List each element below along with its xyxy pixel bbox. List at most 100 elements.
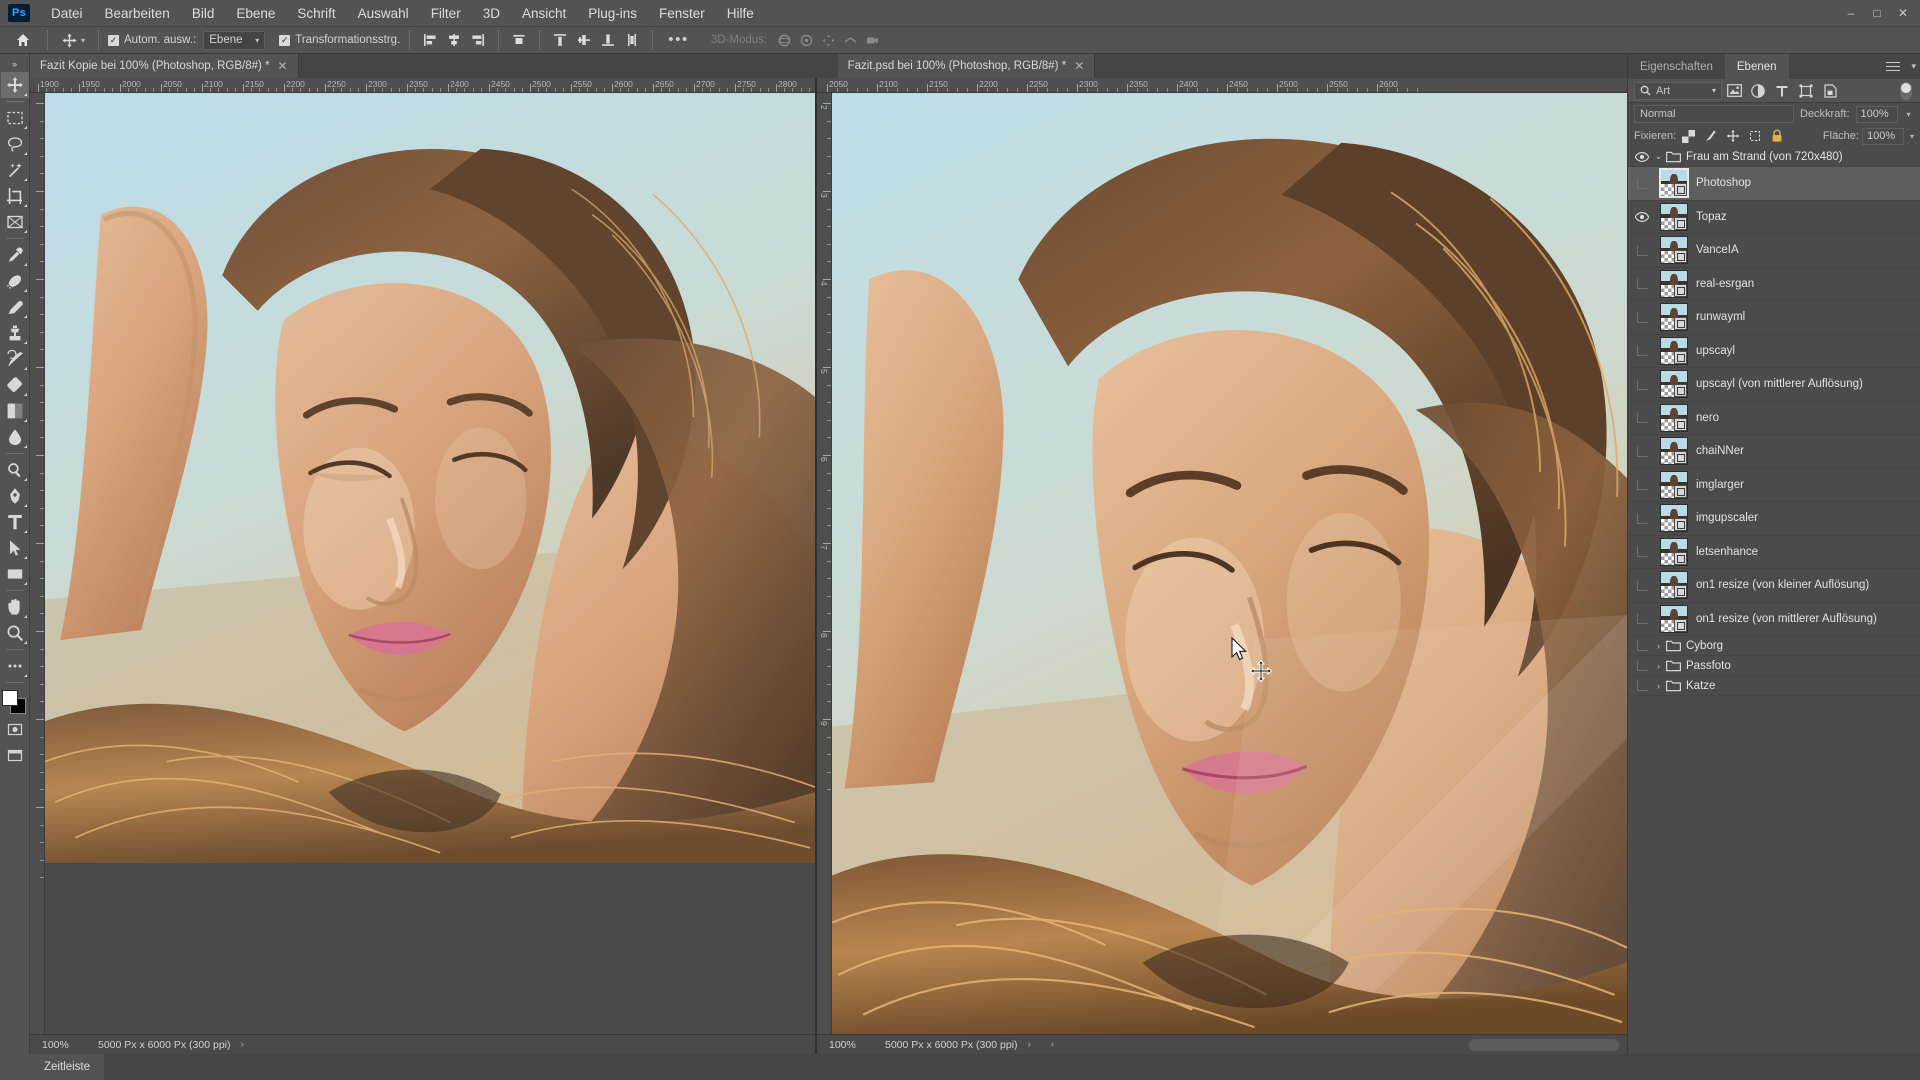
tab-ebenen[interactable]: Ebenen xyxy=(1724,54,1789,79)
menu-item-bild[interactable]: Bild xyxy=(181,2,226,25)
document-tab-1[interactable]: Fazit Kopie bei 100% (Photoshop, RGB/8#)… xyxy=(30,54,299,78)
close-button[interactable]: ✕ xyxy=(1890,0,1916,26)
chevron-down-icon[interactable]: ▾ xyxy=(1907,132,1914,141)
healing-brush-tool[interactable] xyxy=(1,268,29,294)
horizontal-ruler-right[interactable]: 2050 2100 2150 2200 2250 2300 2350 2400 2450 2500… xyxy=(817,78,1627,93)
menu-item-bearbeiten[interactable]: Bearbeiten xyxy=(94,2,181,25)
home-icon[interactable] xyxy=(8,32,38,48)
eye-hidden-icon[interactable] xyxy=(1632,569,1652,602)
magic-wand-tool[interactable] xyxy=(1,157,29,183)
layer-row[interactable]: Photoshop xyxy=(1628,167,1920,201)
menu-item-schrift[interactable]: Schrift xyxy=(286,2,346,25)
clone-stamp-tool[interactable] xyxy=(1,320,29,346)
layer-thumbnail[interactable] xyxy=(1660,303,1688,332)
more-tools[interactable] xyxy=(1,653,29,679)
layer-filter-kind-dropdown[interactable]: Art ▾ xyxy=(1634,81,1722,100)
menu-item-fenster[interactable]: Fenster xyxy=(648,2,716,25)
menu-item-ansicht[interactable]: Ansicht xyxy=(511,2,577,25)
dodge-tool[interactable] xyxy=(1,457,29,483)
chevron-right-icon[interactable]: › xyxy=(1652,641,1665,651)
eyedropper-tool[interactable] xyxy=(1,242,29,268)
type-filter-icon[interactable] xyxy=(1770,81,1794,101)
smartobject-filter-icon[interactable] xyxy=(1818,81,1842,101)
status-expand-icon-left[interactable]: › xyxy=(231,1039,254,1050)
layer-row[interactable]: letsenhance xyxy=(1628,536,1920,569)
lock-position-icon[interactable] xyxy=(1723,127,1742,145)
layer-thumbnail[interactable] xyxy=(1660,202,1688,231)
menu-item-ebene[interactable]: Ebene xyxy=(225,2,286,25)
zoom-level-right[interactable]: 100% xyxy=(817,1039,879,1051)
blend-mode-dropdown[interactable]: Normal xyxy=(1634,105,1794,123)
status-scroll-left-icon[interactable]: ‹ xyxy=(1041,1039,1064,1050)
layer-thumbnail[interactable] xyxy=(1660,604,1688,633)
quick-mask-toggle[interactable] xyxy=(1,716,29,742)
image-filter-icon[interactable] xyxy=(1722,81,1746,101)
align-left-edges-icon[interactable] xyxy=(419,29,441,51)
crop-tool[interactable] xyxy=(1,183,29,209)
chevron-down-icon[interactable]: ▾ xyxy=(1911,54,1916,79)
blur-tool[interactable] xyxy=(1,424,29,450)
layer-thumbnail[interactable] xyxy=(1659,168,1689,199)
close-icon[interactable]: ✕ xyxy=(1074,59,1084,73)
layer-row[interactable]: chaiNNer xyxy=(1628,435,1920,469)
shape-filter-icon[interactable] xyxy=(1794,81,1818,101)
active-tool-icon[interactable]: ▾ xyxy=(57,32,89,49)
eye-hidden-icon[interactable] xyxy=(1632,676,1652,695)
eye-hidden-icon[interactable] xyxy=(1632,301,1652,334)
lock-image-icon[interactable] xyxy=(1701,127,1720,145)
rectangle-tool[interactable] xyxy=(1,561,29,587)
adjustment-filter-icon[interactable] xyxy=(1746,81,1770,101)
eye-hidden-icon[interactable] xyxy=(1632,603,1652,636)
eye-hidden-icon[interactable] xyxy=(1632,234,1652,267)
menu-item-hilfe[interactable]: Hilfe xyxy=(716,2,765,25)
align-horizontal-centers-icon[interactable] xyxy=(443,29,465,51)
menu-item-3d[interactable]: 3D xyxy=(472,2,511,25)
chevron-down-icon[interactable]: ▾ xyxy=(81,36,85,45)
eye-hidden-icon[interactable] xyxy=(1632,656,1652,675)
opacity-input[interactable]: 100% xyxy=(1855,105,1898,123)
menu-item-auswahl[interactable]: Auswahl xyxy=(347,2,420,25)
lock-transparency-icon[interactable] xyxy=(1679,127,1698,145)
lock-artboard-icon[interactable] xyxy=(1745,127,1764,145)
eye-hidden-icon[interactable] xyxy=(1632,636,1652,655)
layer-thumbnail[interactable] xyxy=(1660,437,1688,466)
minimize-button[interactable]: – xyxy=(1838,0,1864,26)
canvas-left[interactable] xyxy=(45,93,815,1034)
brush-tool[interactable] xyxy=(1,294,29,320)
layer-group-row[interactable]: › Passfoto xyxy=(1628,656,1920,676)
eye-hidden-icon[interactable] xyxy=(1632,502,1652,535)
checkbox-checked-icon[interactable]: ✓ xyxy=(279,34,291,46)
eye-hidden-icon[interactable] xyxy=(1632,268,1652,301)
layer-row[interactable]: imglarger xyxy=(1628,469,1920,502)
transform-controls-checkbox[interactable]: ✓ Transformationsstrg. xyxy=(279,34,400,46)
distribute-vertical-icon[interactable] xyxy=(508,29,530,51)
layer-thumbnail[interactable] xyxy=(1660,403,1688,432)
eraser-tool[interactable] xyxy=(1,372,29,398)
hand-tool[interactable] xyxy=(1,594,29,620)
layer-group-row[interactable]: › Cyborg xyxy=(1628,636,1920,656)
zoom-tool[interactable] xyxy=(1,620,29,646)
eye-hidden-icon[interactable] xyxy=(1632,435,1652,468)
hamburger-icon[interactable] xyxy=(1886,59,1900,74)
tab-zeitleiste[interactable]: Zeitleiste xyxy=(30,1054,105,1080)
layer-row[interactable]: imgupscaler xyxy=(1628,502,1920,536)
frame-tool[interactable] xyxy=(1,209,29,235)
filter-enable-toggle[interactable] xyxy=(1900,81,1912,101)
layer-row[interactable]: runwayml xyxy=(1628,301,1920,335)
document-tab-2[interactable]: Fazit.psd bei 100% (Photoshop, RGB/8#) *… xyxy=(837,54,1096,78)
eye-hidden-icon[interactable] xyxy=(1632,402,1652,435)
menu-item-plug-ins[interactable]: Plug-ins xyxy=(577,2,648,25)
eye-icon[interactable] xyxy=(1632,201,1652,234)
layer-thumbnail[interactable] xyxy=(1660,470,1688,499)
foreground-color-swatch[interactable] xyxy=(1,690,18,706)
more-options-button[interactable]: ••• xyxy=(662,32,695,47)
layer-thumbnail[interactable] xyxy=(1660,504,1688,533)
status-expand-icon-right[interactable]: › xyxy=(1018,1039,1041,1050)
layers-list[interactable]: ⌄ Frau am Strand (von 720x480) Photoshop To… xyxy=(1628,147,1920,1054)
auto-select-scope-dropdown[interactable]: Ebene ▾ xyxy=(203,30,266,50)
layer-row[interactable]: on1 resize (von mittlerer Auflösung) xyxy=(1628,603,1920,636)
layer-thumbnail[interactable] xyxy=(1660,236,1688,265)
eye-hidden-icon[interactable] xyxy=(1632,469,1652,502)
layer-thumbnail[interactable] xyxy=(1660,571,1688,600)
horizontal-scrollbar-right[interactable] xyxy=(1469,1038,1619,1051)
